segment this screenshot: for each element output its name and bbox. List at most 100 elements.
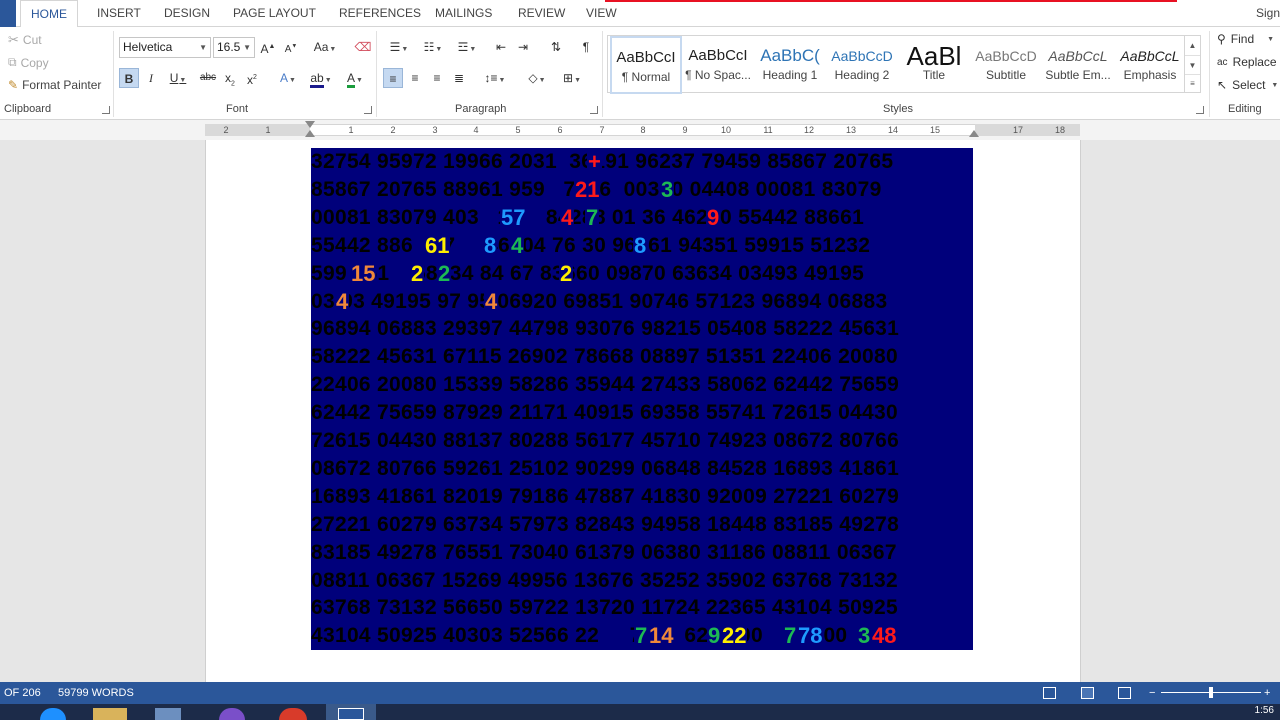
- ie-taskbar-icon[interactable]: [28, 704, 78, 720]
- print-layout-icon[interactable]: [1081, 687, 1094, 699]
- grow-font-button[interactable]: A▲: [260, 37, 276, 57]
- tab-references[interactable]: REFERENCES: [329, 0, 431, 27]
- number-row[interactable]: 27221 60279 63734 57973 82843 94958 1844…: [311, 511, 973, 539]
- highlighted-digits: 22: [721, 622, 748, 650]
- chevron-down-icon[interactable]: ▼: [1185, 55, 1200, 74]
- bullets-button[interactable]: ☰▼: [384, 37, 414, 57]
- web-layout-icon[interactable]: [1118, 687, 1131, 699]
- clear-formatting-button[interactable]: ⌫: [354, 37, 372, 57]
- style-heading-2[interactable]: AaBbCcD Heading 2: [826, 36, 898, 94]
- font-launcher-icon[interactable]: [364, 106, 372, 114]
- folder-taskbar-icon[interactable]: [85, 704, 135, 720]
- change-case-button[interactable]: Aa▼: [311, 37, 339, 57]
- style-no-spacing[interactable]: AaBbCcI ¶ No Spac...: [682, 36, 754, 94]
- italic-button[interactable]: I: [143, 68, 159, 88]
- number-row[interactable]: 08672 80766 59261 25102 90299 06848 8452…: [311, 455, 973, 483]
- number-row[interactable]: 85867 20765 88961 959 7196 00370 04408 0…: [311, 176, 973, 204]
- tab-review[interactable]: REVIEW: [508, 0, 575, 27]
- number-row[interactable]: 83185 49278 76551 73040 61379 06380 3118…: [311, 539, 973, 567]
- highlight-color-button[interactable]: ab▼: [306, 68, 336, 88]
- tab-page-layout[interactable]: PAGE LAYOUT: [223, 0, 326, 27]
- style-heading-1[interactable]: AaBbC( Heading 1: [754, 36, 826, 94]
- number-row[interactable]: 16893 41861 82019 79186 47887 41830 9200…: [311, 483, 973, 511]
- right-indent-marker[interactable]: [969, 130, 979, 137]
- number-row[interactable]: 96894 06883 29397 44798 93076 98215 0540…: [311, 315, 973, 343]
- style-title[interactable]: AaBl Title: [898, 36, 970, 94]
- tab-view[interactable]: VIEW: [576, 0, 627, 27]
- paragraph-launcher-icon[interactable]: [590, 106, 598, 114]
- superscript-button[interactable]: x2: [243, 68, 261, 88]
- numbering-button[interactable]: ☷▼: [418, 37, 448, 57]
- subscript-button[interactable]: x2: [221, 68, 239, 88]
- font-family-select[interactable]: Helvetica ▼: [119, 37, 211, 58]
- style-normal[interactable]: AaBbCcI ¶ Normal: [610, 36, 682, 94]
- style-subtitle[interactable]: AaBbCcD Subtitle: [970, 36, 1042, 94]
- tab-home[interactable]: HOME: [20, 0, 78, 28]
- shading-button[interactable]: ◇▼: [522, 68, 552, 88]
- shrink-font-icon: A▼: [284, 44, 298, 56]
- sort-button[interactable]: ⇅: [546, 37, 566, 57]
- number-row[interactable]: 22406 20080 15339 58286 35944 27433 5806…: [311, 371, 973, 399]
- styles-launcher-icon[interactable]: [1196, 106, 1204, 114]
- number-row[interactable]: 03 93 49195 97 95 06920 69851 90746 5712…: [311, 288, 973, 316]
- borders-button[interactable]: ⊞▼: [557, 68, 587, 88]
- align-right-button[interactable]: ≡: [427, 68, 447, 88]
- strikethrough-button[interactable]: abc: [198, 68, 218, 88]
- sign-in-link[interactable]: Sign: [1256, 0, 1280, 27]
- shrink-font-button[interactable]: A▼: [283, 37, 299, 57]
- ribbon-home: ✂ Cut ⧉ Copy ✎ Format Painter Clipboard …: [0, 27, 1280, 120]
- document-area[interactable]: 32754 95972 19966 2031 36191 96237 79459…: [0, 140, 1280, 682]
- word-taskbar-icon[interactable]: [326, 704, 376, 720]
- number-row[interactable]: 00081 83079 403 13 84288 01 36 46260 554…: [311, 204, 973, 232]
- read-mode-icon[interactable]: [1043, 687, 1056, 699]
- file-tab[interactable]: [0, 0, 16, 27]
- tab-design[interactable]: DESIGN: [154, 0, 220, 27]
- number-row[interactable]: 72615 04430 88137 80288 56177 45710 7492…: [311, 427, 973, 455]
- tab-mailings[interactable]: MAILINGS: [425, 0, 502, 27]
- clipboard-launcher-icon[interactable]: [102, 106, 110, 114]
- chrome-taskbar-icon[interactable]: [268, 704, 318, 720]
- app-taskbar-icon[interactable]: [143, 704, 193, 720]
- align-center-button[interactable]: ≡: [405, 68, 425, 88]
- replace-button[interactable]: ac Replace: [1217, 55, 1277, 69]
- decrease-indent-button[interactable]: ⇤: [492, 37, 510, 57]
- number-row[interactable]: 32754 95972 19966 2031 36191 96237 79459…: [311, 148, 973, 176]
- line-spacing-button[interactable]: ↕≡▼: [480, 68, 510, 88]
- font-color-button[interactable]: A▼: [340, 68, 370, 88]
- number-row[interactable]: 63768 73132 56650 59722 13720 11724 2236…: [311, 594, 973, 622]
- more-styles-icon[interactable]: ≡: [1185, 74, 1200, 92]
- justify-button[interactable]: ≣: [449, 68, 469, 88]
- text-effects-button[interactable]: A▼: [274, 68, 302, 88]
- format-painter-button[interactable]: ✎ Format Painter: [8, 78, 101, 92]
- number-row[interactable]: 08811 06367 15269 49956 13676 35252 3590…: [311, 567, 973, 595]
- tab-insert[interactable]: INSERT: [87, 0, 151, 27]
- zoom-out-icon[interactable]: −: [1149, 682, 1155, 704]
- horizontal-ruler[interactable]: 2 1 1 2 3 4 5 6 7 8 9 10 11 12 13 14 15 17 18: [0, 120, 1280, 140]
- cut-button[interactable]: ✂ Cut: [8, 32, 42, 48]
- number-row[interactable]: 62442 75659 87929 21171 40915 69358 5574…: [311, 399, 973, 427]
- zoom-in-icon[interactable]: +: [1264, 682, 1270, 704]
- font-size-select[interactable]: 16.5 ▼: [213, 37, 255, 58]
- align-left-button[interactable]: ≡: [383, 68, 403, 88]
- copy-button[interactable]: ⧉ Copy: [8, 55, 49, 70]
- hanging-indent-marker[interactable]: [305, 130, 315, 137]
- page-count[interactable]: OF 206: [4, 682, 41, 704]
- style-emphasis[interactable]: AaBbCcL Emphasis: [1114, 36, 1186, 94]
- style-subtle-emphasis[interactable]: AaBbCcL Subtle Em...: [1042, 36, 1114, 94]
- increase-indent-button[interactable]: ⇥: [514, 37, 532, 57]
- word-count[interactable]: 59799 WORDS: [58, 682, 134, 704]
- multilevel-list-button[interactable]: ☲▼: [452, 37, 482, 57]
- find-button[interactable]: ⚲ Find ▼: [1217, 32, 1274, 46]
- media-taskbar-icon[interactable]: [207, 704, 257, 720]
- ruler-number: 1: [265, 125, 271, 135]
- first-line-indent-marker[interactable]: [305, 121, 315, 128]
- number-row[interactable]: 58222 45631 67115 26902 78668 08897 5135…: [311, 343, 973, 371]
- chevron-up-icon[interactable]: ▲: [1185, 36, 1200, 55]
- styles-gallery-scroll[interactable]: ▲ ▼ ≡: [1185, 35, 1201, 93]
- zoom-slider-thumb[interactable]: [1209, 687, 1213, 698]
- bold-button[interactable]: B: [119, 68, 139, 88]
- show-formatting-button[interactable]: ¶: [577, 37, 595, 57]
- select-button[interactable]: ↖ Select ▼: [1217, 78, 1278, 92]
- number-grid[interactable]: 32754 95972 19966 2031 36191 96237 79459…: [311, 148, 973, 650]
- underline-button[interactable]: U▼: [164, 68, 192, 88]
